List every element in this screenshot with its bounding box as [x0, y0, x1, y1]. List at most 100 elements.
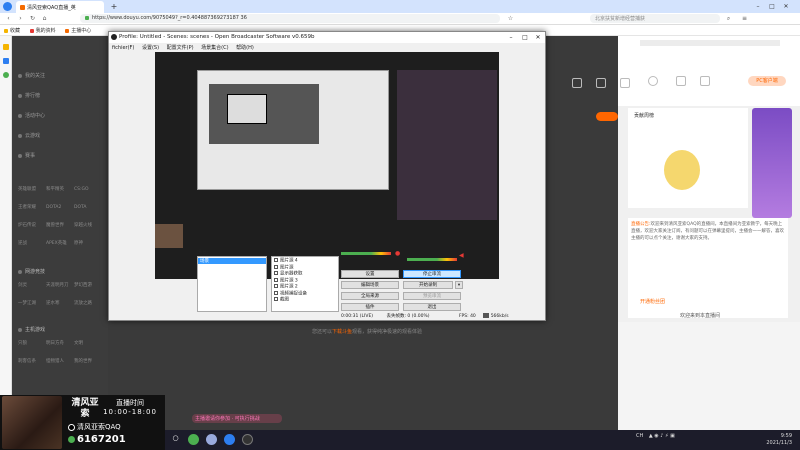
- back-icon[interactable]: ‹: [4, 14, 13, 23]
- obs-maximize-icon[interactable]: □: [519, 33, 531, 42]
- ime-language[interactable]: CH: [636, 433, 643, 439]
- promo-banner[interactable]: [752, 108, 792, 218]
- bookmark-item[interactable]: 主播中心: [65, 27, 91, 34]
- category-link[interactable]: 怪物猎人: [46, 356, 74, 368]
- tray-icons[interactable]: ▲ ◉ ♪ ⚡ ▣: [649, 433, 675, 439]
- bookmark-item[interactable]: 我的资料: [29, 27, 56, 34]
- menu-file[interactable]: fichier(F): [112, 45, 134, 51]
- category-link[interactable]: 王者荣耀: [18, 202, 46, 214]
- scene-item-selected[interactable]: 场景: [198, 258, 266, 264]
- sidebar-item-rank[interactable]: 排行榜: [18, 92, 40, 99]
- category-link[interactable]: 明日方舟: [46, 338, 74, 350]
- checkbox-icon[interactable]: [274, 290, 278, 295]
- category-link[interactable]: CS:GO: [74, 184, 102, 196]
- menu-icon[interactable]: ≡: [740, 14, 749, 23]
- minimize-icon[interactable]: –: [752, 2, 764, 11]
- category-link[interactable]: 和平精英: [46, 184, 74, 196]
- wechat-icon[interactable]: [188, 434, 199, 445]
- sidebar-item-cloudgame[interactable]: 云游戏: [18, 132, 40, 139]
- new-tab-icon[interactable]: +: [108, 2, 120, 11]
- maximize-icon[interactable]: □: [766, 2, 778, 11]
- checkbox-icon[interactable]: [274, 264, 278, 269]
- star-icon[interactable]: ☆: [506, 14, 515, 23]
- gift-icon[interactable]: [596, 78, 606, 88]
- category-link[interactable]: 文明: [74, 338, 102, 350]
- checkbox-icon[interactable]: [274, 258, 278, 262]
- checkbox-icon[interactable]: [274, 277, 278, 282]
- category-link[interactable]: 一梦江湖: [18, 298, 46, 310]
- category-link[interactable]: 原神: [74, 238, 102, 250]
- qq-icon[interactable]: [206, 434, 217, 445]
- mic-icon[interactable]: ●: [395, 250, 400, 257]
- user-icon[interactable]: [648, 76, 658, 86]
- close-icon[interactable]: ✕: [780, 2, 792, 11]
- preview-stream-button[interactable]: 预览串流: [403, 292, 461, 300]
- checkbox-icon[interactable]: [274, 271, 278, 275]
- pc-client-button[interactable]: PC客户端: [748, 76, 786, 86]
- plugins-button[interactable]: 插件: [341, 303, 399, 311]
- category-link[interactable]: 只狼: [18, 338, 46, 350]
- refresh-icon[interactable]: ↻: [28, 14, 37, 23]
- download-link[interactable]: 下载斗鱼: [332, 329, 352, 335]
- invite-banner[interactable]: 主播邀请你参加 · 可执行挑战: [192, 414, 282, 423]
- speaker-icon[interactable]: ◀: [459, 252, 464, 259]
- category-link[interactable]: 英雄联盟: [18, 184, 46, 196]
- sidebar-item-events[interactable]: 活动中心: [18, 112, 45, 119]
- search-icon[interactable]: ⌕: [724, 14, 733, 23]
- obs-close-icon[interactable]: ✕: [532, 33, 544, 42]
- follow-button[interactable]: [596, 112, 618, 121]
- stop-stream-button[interactable]: 停止串流: [403, 270, 461, 278]
- category-link[interactable]: 梦幻西游: [74, 280, 102, 292]
- obs-minimize-icon[interactable]: –: [505, 33, 517, 42]
- exit-button[interactable]: 退出: [403, 303, 461, 311]
- category-link[interactable]: 剑灵: [18, 280, 46, 292]
- category-link[interactable]: 穿越火线: [74, 220, 102, 232]
- favorites-icon[interactable]: [3, 44, 9, 50]
- category-link[interactable]: 魔兽世界: [46, 220, 74, 232]
- obs-taskbar-icon[interactable]: [242, 434, 253, 445]
- mobile-icon[interactable]: [620, 78, 630, 88]
- checkbox-icon[interactable]: [274, 297, 278, 301]
- category-link[interactable]: 我的世界: [74, 356, 102, 368]
- category-link[interactable]: DOTA: [74, 202, 102, 214]
- home-icon[interactable]: ⌂: [40, 14, 49, 23]
- download-icon[interactable]: [3, 72, 9, 78]
- global-sources-button[interactable]: 全局来源: [341, 292, 399, 300]
- category-link[interactable]: 天涯明月刀: [46, 280, 74, 292]
- start-search-icon[interactable]: ○: [170, 434, 181, 445]
- category-link[interactable]: 逆战: [18, 238, 46, 250]
- settings-button[interactable]: 设置: [341, 270, 399, 278]
- category-link[interactable]: APEX英雄: [46, 238, 74, 250]
- history-icon[interactable]: [3, 58, 9, 64]
- category-link[interactable]: 逆水寒: [46, 298, 74, 310]
- sidebar-item-esports[interactable]: 赛事: [18, 152, 35, 159]
- menu-help[interactable]: 帮助(H): [236, 45, 254, 51]
- category-link[interactable]: DOTA2: [46, 202, 74, 214]
- url-input[interactable]: https://www.douyu.com/9075049?_r=0.40488…: [80, 14, 500, 23]
- checkbox-icon[interactable]: [274, 284, 278, 288]
- scenes-list[interactable]: [197, 256, 267, 312]
- rank-title[interactable]: 贡献周榜: [634, 112, 654, 119]
- menu-scenes[interactable]: 场景集合(C): [201, 45, 228, 51]
- sidebar-item-follow[interactable]: 我的关注: [18, 72, 45, 79]
- category-link[interactable]: 刺客信条: [18, 356, 46, 368]
- record-dropdown-icon[interactable]: ▾: [455, 281, 463, 289]
- fans-club-link[interactable]: 开通粉丝团: [640, 298, 665, 305]
- category-link[interactable]: 炉石传说: [18, 220, 46, 232]
- bell-icon[interactable]: [676, 76, 686, 86]
- browser-taskbar-icon[interactable]: [224, 434, 235, 445]
- browser-tab-active[interactable]: 清风亚索QAQ直播_英: [16, 1, 104, 13]
- source-item[interactable]: 截图: [274, 297, 336, 304]
- edit-scene-button[interactable]: 编辑场景: [341, 281, 399, 289]
- browser-logo-icon[interactable]: [3, 2, 12, 11]
- share-icon[interactable]: [572, 78, 582, 88]
- bag-icon[interactable]: [700, 76, 710, 86]
- menu-profile[interactable]: 配置文件(P): [167, 45, 194, 51]
- search-input[interactable]: 北京扶贫新增经营捕获: [590, 14, 720, 23]
- start-record-button[interactable]: 开始录制: [403, 281, 453, 289]
- menu-settings[interactable]: 设置(S): [142, 45, 159, 51]
- clock[interactable]: 9:59 2021/11/3: [756, 433, 792, 447]
- forward-icon[interactable]: ›: [16, 14, 25, 23]
- bookmark-item[interactable]: 收藏: [4, 27, 20, 34]
- category-link[interactable]: 流放之路: [74, 298, 102, 310]
